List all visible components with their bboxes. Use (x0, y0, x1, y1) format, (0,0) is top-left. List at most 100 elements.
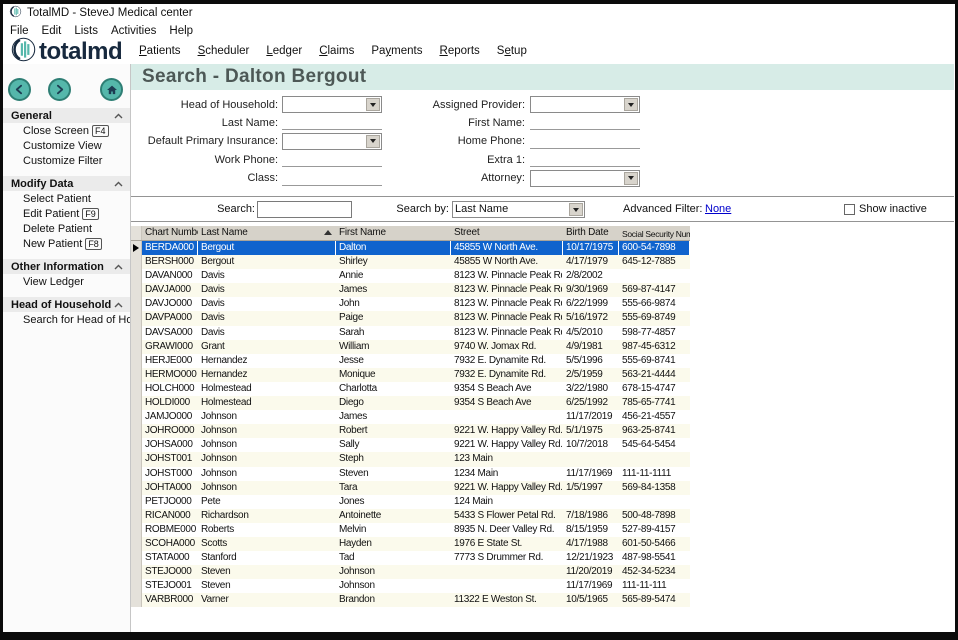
cell-last-name: Davis (198, 283, 336, 297)
sidebar-item-customize-filter[interactable]: Customize Filter (3, 153, 130, 168)
menu-help[interactable]: Help (169, 25, 193, 37)
table-row[interactable]: DAVPA000DavisPaige8123 W. Pinnacle Peak … (131, 311, 690, 325)
cell-social-security-number: 555-69-8749 (619, 311, 690, 325)
advanced-filter-link[interactable]: None (705, 203, 731, 215)
table-row[interactable]: DAVAN000DavisAnnie8123 W. Pinnacle Peak … (131, 269, 690, 283)
sidebar-section-other-information[interactable]: Other Information (3, 259, 130, 274)
table-row[interactable]: PETJO000PeteJones124 Main (131, 495, 690, 509)
record-selector-cell (131, 424, 142, 438)
input-first-name[interactable] (530, 115, 640, 130)
table-row[interactable]: DAVJA000DavisJames8123 W. Pinnacle Peak … (131, 283, 690, 297)
chevron-up-icon[interactable] (114, 178, 123, 190)
table-row[interactable]: JOHSA000JohnsonSally9221 W. Happy Valley… (131, 438, 690, 452)
combo-assigned-provider[interactable] (530, 96, 640, 113)
sidebar-item-delete-patient[interactable]: Delete Patient (3, 221, 130, 236)
menu-edit[interactable]: Edit (42, 25, 62, 37)
table-row[interactable]: JOHRO000JohnsonRobert9221 W. Happy Valle… (131, 424, 690, 438)
show-inactive-checkbox[interactable] (844, 204, 855, 215)
appmenu-scheduler[interactable]: Scheduler (198, 45, 250, 57)
table-row[interactable]: HOLCH000HolmesteadCharlotta9354 S Beach … (131, 382, 690, 396)
cell-first-name: Annie (336, 269, 451, 283)
column-header-social-security-number[interactable]: Social Security Number (619, 226, 690, 240)
cell-chart-number: BERDA000 (142, 241, 198, 255)
table-row[interactable]: JOHST001JohnsonSteph123 Main (131, 452, 690, 466)
input-last-name[interactable] (282, 115, 382, 130)
column-header-birth-date[interactable]: Birth Date (563, 226, 619, 240)
cell-chart-number: GRAWI000 (142, 340, 198, 354)
table-row[interactable]: JOHST000JohnsonSteven1234 Main11/17/1969… (131, 467, 690, 481)
dropdown-arrow-icon[interactable] (569, 203, 583, 216)
dropdown-arrow-icon[interactable] (366, 135, 380, 148)
appmenu-payments[interactable]: Payments (371, 45, 422, 57)
chevron-up-icon[interactable] (114, 261, 123, 273)
appmenu-ledger[interactable]: Ledger (266, 45, 302, 57)
table-row[interactable]: DAVJO000DavisJohn8123 W. Pinnacle Peak R… (131, 297, 690, 311)
record-selector-cell (131, 354, 142, 368)
menu-activities[interactable]: Activities (111, 25, 156, 37)
dropdown-arrow-icon[interactable] (624, 172, 638, 185)
column-header-street[interactable]: Street (451, 226, 563, 240)
record-selector-arrow-icon (133, 244, 139, 252)
table-row[interactable]: STEJO000StevenJohnson11/20/2019452-34-52… (131, 565, 690, 579)
table-row[interactable]: BERDA000BergoutDalton45855 W North Ave.1… (131, 241, 690, 255)
combo-default-primary-insurance[interactable] (282, 133, 382, 150)
input-class[interactable] (282, 171, 382, 186)
table-row[interactable]: STEJO001StevenJohnson11/17/1969111-11-11… (131, 579, 690, 593)
table-row[interactable]: ROBME000RobertsMelvin8935 N. Deer Valley… (131, 523, 690, 537)
table-row[interactable]: JOHTA000JohnsonTara9221 W. Happy Valley … (131, 481, 690, 495)
table-row[interactable]: RICAN000RichardsonAntoinette5433 S Flowe… (131, 509, 690, 523)
table-row[interactable]: BERSH000BergoutShirley45855 W North Ave.… (131, 255, 690, 269)
chevron-up-icon[interactable] (114, 299, 123, 311)
input-home-phone[interactable] (530, 134, 640, 149)
search-by-select[interactable]: Last Name (452, 201, 585, 218)
sidebar-section-general[interactable]: General (3, 108, 130, 123)
appmenu-claims[interactable]: Claims (319, 45, 354, 57)
forward-button[interactable] (48, 78, 71, 101)
sidebar-item-close-screen[interactable]: Close ScreenF4 (3, 123, 130, 138)
table-row[interactable]: HERMO000HernandezMonique7932 E. Dynamite… (131, 368, 690, 382)
combo-attorney[interactable] (530, 170, 640, 187)
sidebar-item-new-patient[interactable]: New PatientF8 (3, 236, 130, 251)
appmenu-reports[interactable]: Reports (440, 45, 480, 57)
sidebar-section-head-of-household[interactable]: Head of Household (3, 297, 130, 312)
table-row[interactable]: JAMJO000JohnsonJames11/17/2019456-21-455… (131, 410, 690, 424)
chevron-up-icon[interactable] (114, 110, 123, 122)
table-row[interactable]: STATA000StanfordTad7773 S Drummer Rd.12/… (131, 551, 690, 565)
search-input[interactable] (257, 201, 352, 218)
appmenu-setup[interactable]: Setup (497, 45, 527, 57)
column-header-first-name[interactable]: First Name (336, 226, 451, 240)
column-header-last-name[interactable]: Last Name (198, 226, 336, 240)
sidebar-item-customize-view[interactable]: Customize View (3, 138, 130, 153)
input-extra-1[interactable] (530, 152, 640, 167)
sidebar-section-modify-data[interactable]: Modify Data (3, 176, 130, 191)
cell-chart-number: VARBR000 (142, 593, 198, 607)
table-row[interactable]: SCOHA000ScottsHayden1976 E State St.4/17… (131, 537, 690, 551)
sidebar-item-edit-patient[interactable]: Edit PatientF9 (3, 206, 130, 221)
input-work-phone[interactable] (282, 152, 382, 167)
table-row[interactable]: GRAWI000GrantWilliam9740 W. Jomax Rd.4/9… (131, 340, 690, 354)
cell-last-name: Varner (198, 593, 336, 607)
combo-head-of-household[interactable] (282, 96, 382, 113)
table-row[interactable]: DAVSA000DavisSarah8123 W. Pinnacle Peak … (131, 326, 690, 340)
menu-lists[interactable]: Lists (74, 25, 98, 37)
sidebar-item-search-for-head-of-hous[interactable]: Search for Head of Hous... (3, 312, 130, 327)
cell-street: 8123 W. Pinnacle Peak Rd. (451, 326, 563, 340)
table-row[interactable]: VARBR000VarnerBrandon11322 E Weston St.1… (131, 593, 690, 607)
column-header-chart-number[interactable]: Chart Number (142, 226, 198, 240)
sidebar-item-view-ledger[interactable]: View Ledger (3, 274, 130, 289)
table-row[interactable]: HERJE000HernandezJesse7932 E. Dynamite R… (131, 354, 690, 368)
dropdown-arrow-icon[interactable] (366, 98, 380, 111)
cell-street: 9354 S Beach Ave (451, 396, 563, 410)
sidebar-item-select-patient[interactable]: Select Patient (3, 191, 130, 206)
back-button[interactable] (8, 78, 31, 101)
cell-street: 124 Main (451, 495, 563, 509)
table-row[interactable]: HOLDI000HolmesteadDiego9354 S Beach Ave6… (131, 396, 690, 410)
appmenu-patients[interactable]: Patients (139, 45, 181, 57)
cell-first-name: Sarah (336, 326, 451, 340)
cell-birth-date: 11/17/1969 (563, 467, 619, 481)
home-button[interactable] (100, 78, 123, 101)
sidebar: GeneralClose ScreenF4Customize ViewCusto… (3, 64, 131, 632)
cell-birth-date: 10/17/1975 (563, 241, 619, 255)
cell-first-name: James (336, 283, 451, 297)
dropdown-arrow-icon[interactable] (624, 98, 638, 111)
